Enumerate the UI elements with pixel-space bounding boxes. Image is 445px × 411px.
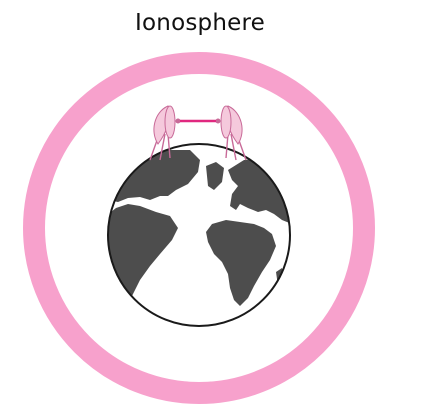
ionosphere-diagram xyxy=(23,52,375,404)
earth-globe-icon xyxy=(107,143,291,327)
